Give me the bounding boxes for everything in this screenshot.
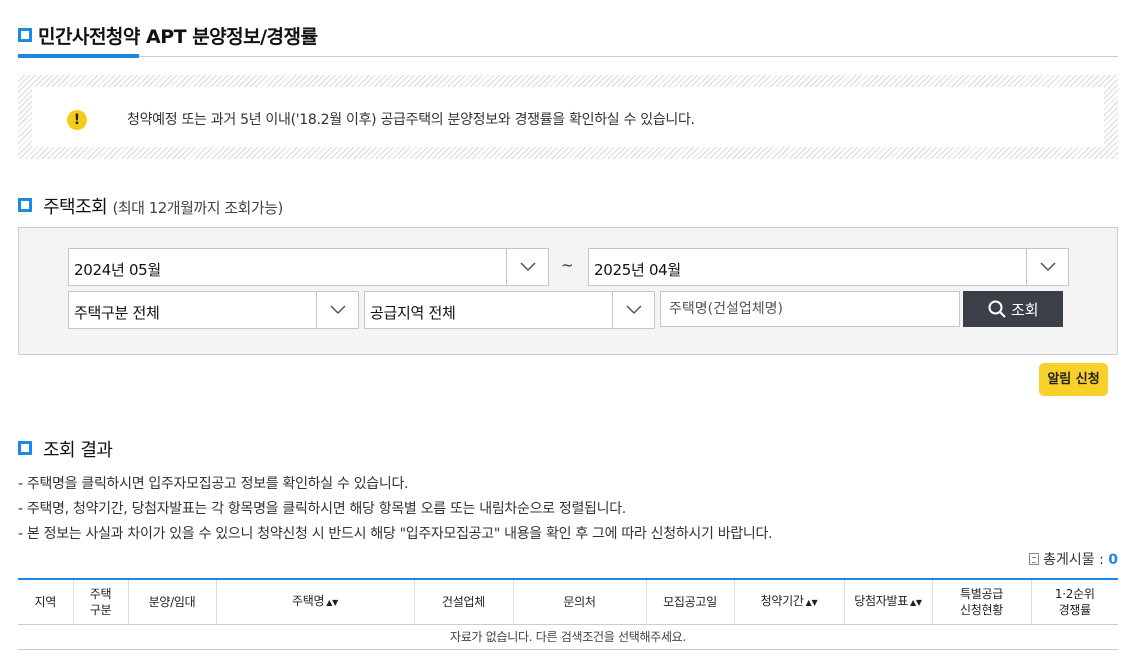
column-header-competition: 1·2순위 경쟁률 — [1030, 579, 1118, 625]
region-select[interactable]: 공급지역 전체 — [364, 291, 655, 329]
end-month-value: 2025년 04월 — [594, 261, 681, 279]
column-header-house-name[interactable]: 주택명 ▲▼ — [215, 579, 414, 625]
column-header-sale-type: 분양/임대 — [127, 579, 216, 625]
column-header-builder: 건설업체 — [413, 579, 513, 625]
warning-icon: ! — [67, 110, 87, 130]
title-accent-bar — [18, 54, 139, 58]
section-bullet-icon — [18, 441, 32, 455]
chevron-down-icon[interactable] — [1026, 249, 1068, 285]
section-bullet-icon — [18, 198, 32, 212]
search-title: 주택조회 — [43, 197, 108, 218]
total-count-value: 0 — [1108, 552, 1118, 568]
guide-text: - 주택명을 클릭하시면 입주자모집공고 정보를 확인하실 수 있습니다. — [18, 476, 409, 492]
end-month-select[interactable]: 2025년 04월 — [588, 248, 1069, 286]
total-label: 총게시물 : — [1043, 552, 1104, 568]
column-header-house-type: 주택 구분 — [72, 579, 128, 625]
house-type-value: 주택구분 전체 — [74, 304, 160, 322]
sort-icon[interactable]: ▲▼ — [806, 598, 818, 607]
range-separator: ~ — [561, 256, 574, 274]
column-header-winner-date[interactable]: 당첨자발표 ▲▼ — [843, 579, 932, 625]
page-title: 민간사전청약 APT 분양정보/경쟁률 — [38, 26, 318, 48]
guide-text: - 주택명, 청약기간, 당첨자발표는 각 항목명을 클릭하시면 해당 항목별 … — [18, 501, 626, 517]
sort-icon[interactable]: ▲▼ — [910, 598, 922, 607]
chevron-down-icon[interactable] — [316, 292, 358, 328]
start-month-value: 2024년 05월 — [74, 261, 161, 279]
guide-text: - 본 정보는 사실과 차이가 있을 수 있으니 청약신청 시 반드시 해당 "… — [18, 526, 773, 542]
chevron-down-icon[interactable] — [612, 292, 654, 328]
search-button-label: 조회 — [1011, 302, 1039, 319]
column-header-special-supply: 특별공급 신청현황 — [931, 579, 1031, 625]
chevron-down-icon[interactable] — [506, 249, 548, 285]
search-button[interactable]: 조회 — [963, 291, 1063, 327]
search-panel: 2024년 05월 ~ 2025년 04월 주택구분 전체 공급지역 전체 조회 — [18, 227, 1118, 355]
total-count: 총게시물 : 0 — [1029, 549, 1118, 569]
title-bullet-icon — [18, 28, 32, 42]
results-section-title: 조회 결과 — [43, 440, 113, 461]
notice-text: 청약예정 또는 과거 5년 이내('18.2월 이후) 공급주택의 분양정보와 … — [127, 112, 695, 128]
column-header-apply-period[interactable]: 청약기간 ▲▼ — [733, 579, 844, 625]
column-header-announce-date: 모집공고일 — [645, 579, 734, 625]
empty-message: 자료가 없습니다. 다른 검색조건을 선택해주세요. — [18, 624, 1118, 650]
alarm-request-button[interactable]: 알림 신청 — [1039, 363, 1108, 396]
search-subtitle: (최대 12개월까지 조회가능) — [112, 199, 283, 217]
title-divider — [18, 56, 1118, 57]
sort-icon[interactable]: ▲▼ — [326, 598, 338, 607]
notice-box: ! 청약예정 또는 과거 5년 이내('18.2월 이후) 공급주택의 분양정보… — [18, 75, 1118, 159]
region-value: 공급지역 전체 — [370, 304, 456, 322]
column-header-region: 지역 — [18, 579, 73, 625]
document-icon — [1029, 553, 1040, 565]
search-icon — [988, 300, 1006, 318]
column-header-contact: 문의처 — [512, 579, 646, 625]
house-name-input[interactable] — [660, 291, 960, 327]
start-month-select[interactable]: 2024년 05월 — [68, 248, 549, 286]
table-row: 자료가 없습니다. 다른 검색조건을 선택해주세요. — [18, 624, 1118, 650]
results-table: 지역 주택 구분 분양/임대 주택명 ▲▼ 건설업체 문의처 모집공고일 청약기간 ▲… — [18, 578, 1118, 650]
search-section-title: 주택조회 (최대 12개월까지 조회가능) — [43, 193, 283, 219]
house-type-select[interactable]: 주택구분 전체 — [68, 291, 359, 329]
